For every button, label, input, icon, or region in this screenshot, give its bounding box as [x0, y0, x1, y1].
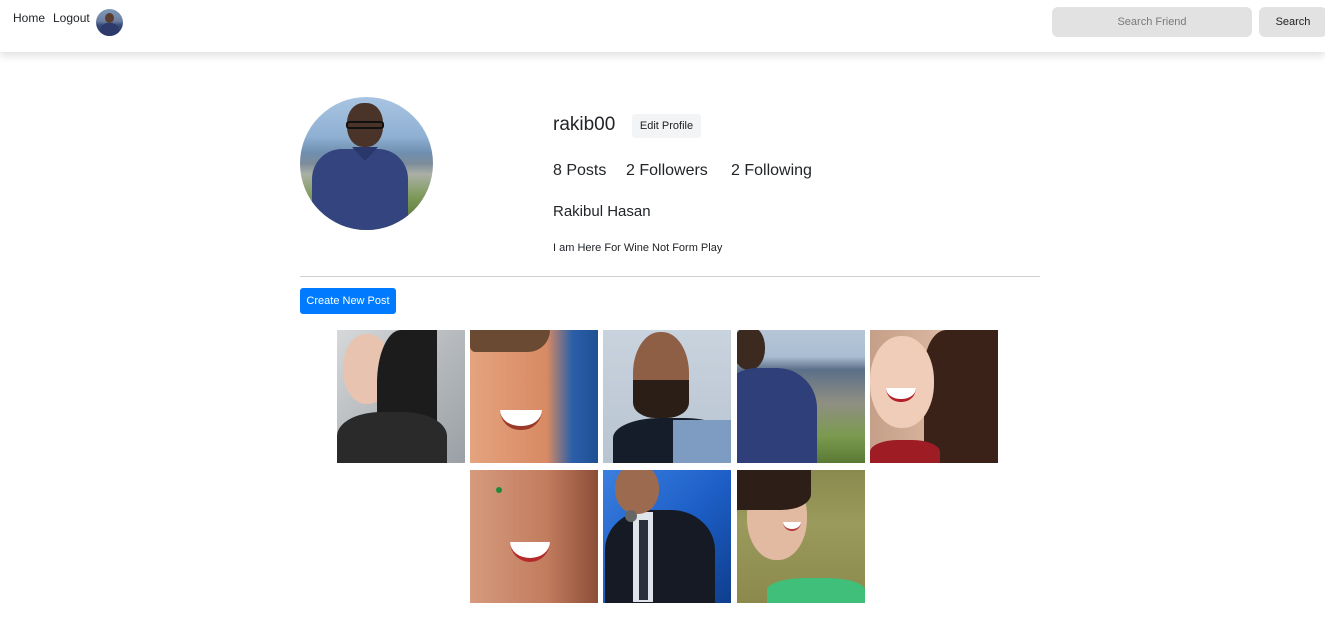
- search-button[interactable]: Search: [1259, 7, 1325, 37]
- nav-home-link[interactable]: Home: [13, 11, 45, 25]
- photo-body-shape: [870, 440, 940, 463]
- photo-hair-shape: [924, 330, 998, 463]
- photo-hair-shape: [470, 330, 550, 352]
- profile-full-name: Rakibul Hasan: [553, 203, 651, 220]
- post-thumbnail[interactable]: [603, 330, 731, 463]
- profile-bio: I am Here For Wine Not Form Play: [553, 242, 723, 254]
- photo-body-shape: [605, 510, 715, 603]
- search-friend-input[interactable]: [1052, 7, 1252, 37]
- photo-face-shape: [615, 470, 659, 514]
- microphone-icon: [625, 510, 637, 522]
- followers-count[interactable]: 2 Followers: [626, 162, 708, 180]
- post-thumbnail[interactable]: [737, 470, 865, 603]
- photo-jacket-shape: [673, 420, 731, 463]
- profile-divider: [300, 276, 1040, 277]
- nav-avatar[interactable]: [96, 9, 123, 36]
- post-thumbnail[interactable]: [470, 470, 598, 603]
- photo-face-shape: [737, 330, 765, 370]
- post-thumbnail[interactable]: [603, 470, 731, 603]
- profile-avatar: [300, 97, 433, 230]
- photo-beard-shape: [633, 380, 689, 418]
- create-new-post-button[interactable]: Create New Post: [300, 288, 396, 314]
- photo-tie-shape: [639, 520, 648, 600]
- photo-body-shape: [337, 412, 447, 463]
- following-count[interactable]: 2 Following: [731, 162, 812, 180]
- edit-profile-button[interactable]: Edit Profile: [632, 114, 701, 138]
- top-navbar: Home Logout Search: [0, 0, 1325, 52]
- avatar-body-shape: [100, 23, 119, 36]
- nav-logout-link[interactable]: Logout: [53, 11, 90, 25]
- post-thumbnail[interactable]: [470, 330, 598, 463]
- photo-hair-shape: [737, 470, 811, 510]
- avatar-glasses-shape: [346, 121, 384, 129]
- avatar-body-shape: [312, 149, 408, 230]
- photo-body-shape: [737, 368, 817, 463]
- post-thumbnail[interactable]: [870, 330, 998, 463]
- photo-smile-shape: [510, 542, 550, 562]
- photo-bindi-shape: [496, 487, 502, 493]
- photo-body-shape: [767, 578, 865, 603]
- posts-count: 8 Posts: [553, 162, 607, 179]
- post-thumbnail[interactable]: [737, 330, 865, 463]
- photo-face-shape: [870, 336, 934, 428]
- post-thumbnail[interactable]: [337, 330, 465, 463]
- avatar-head-shape: [105, 13, 114, 23]
- profile-username: rakib00: [553, 114, 616, 135]
- photo-smile-shape: [500, 410, 542, 430]
